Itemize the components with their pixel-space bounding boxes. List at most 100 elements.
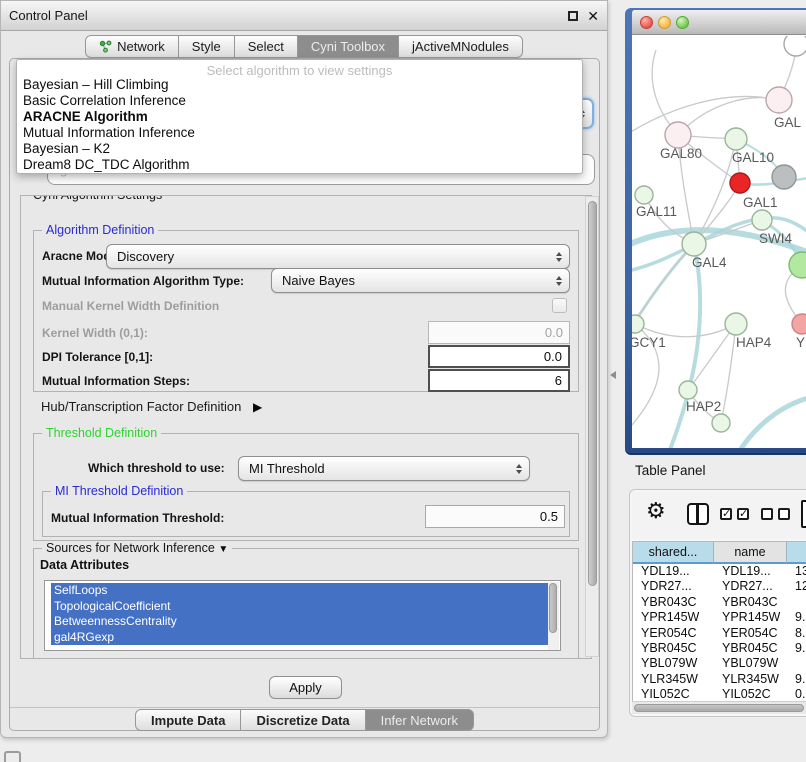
edge[interactable] — [632, 96, 779, 140]
node-gray[interactable] — [772, 165, 796, 189]
table-cell: YPR145W — [714, 610, 787, 625]
zoom-traffic-light-icon[interactable] — [676, 16, 689, 29]
mi-steps-input[interactable] — [428, 369, 570, 392]
tab-cyni-toolbox[interactable]: Cyni Toolbox — [298, 35, 399, 58]
algorithm-option-basic-correlation-inference[interactable]: Basic Correlation Inference — [17, 93, 582, 109]
table-row[interactable]: YBR043CYBR043C — [633, 595, 806, 610]
edge[interactable] — [734, 395, 806, 448]
attribute-item-betweennesscentrality[interactable]: BetweennessCentrality — [51, 614, 548, 630]
network-view-frame: GALGAL80GAL10GAL1GAL11SWI4GAL4GCY1HAP4YH… — [632, 10, 806, 448]
mutual-information-threshold-input[interactable] — [425, 505, 565, 528]
split-pane-collapse-icon[interactable] — [610, 371, 616, 379]
which-threshold-combo[interactable]: MI Threshold — [238, 456, 530, 481]
edge[interactable] — [666, 244, 700, 448]
algorithm-option-bayesian-k2[interactable]: Bayesian – K2 — [17, 141, 582, 157]
table-row[interactable]: YDL19...YDL19...13 — [633, 564, 806, 579]
column-header-name[interactable]: name — [714, 542, 787, 564]
mi-algorithm-type-combo[interactable]: Naive Bayes — [271, 268, 570, 293]
close-traffic-light-icon[interactable] — [640, 16, 653, 29]
node-label-gal80: GAL80 — [660, 146, 702, 161]
select-all-icon[interactable] — [720, 508, 749, 520]
tab-network[interactable]: Network — [85, 35, 179, 58]
algorithm-option-dream8-dc-tdc-algorithm[interactable]: Dream8 DC_TDC Algorithm — [17, 157, 582, 173]
settings-scrollbar[interactable] — [585, 196, 599, 657]
table-row[interactable]: YBL079WYBL079W — [633, 656, 806, 671]
cyni-algorithm-settings-group: Cyni Algorithm Settings Algorithm Defini… — [20, 195, 592, 659]
data-attribute-list[interactable]: SelfLoopsTopologicalCoefficientBetweenne… — [44, 580, 561, 651]
table-row[interactable]: YLR345WYLR345W9. — [633, 672, 806, 687]
tab-label: jActiveMNodules — [412, 39, 509, 54]
network-view-titlebar[interactable] — [632, 10, 806, 35]
algorithm-option-aracne-algorithm[interactable]: ARACNE Algorithm — [17, 109, 582, 125]
node-gal4[interactable] — [682, 232, 706, 256]
table-hscrollbar[interactable] — [632, 701, 806, 714]
node-gcy1[interactable] — [632, 315, 644, 333]
gear-icon[interactable]: ⚙ — [646, 498, 666, 524]
node-gal1-red[interactable] — [730, 173, 750, 193]
attribute-item-selfloops[interactable]: SelfLoops — [51, 583, 548, 599]
scrollbar-thumb[interactable] — [549, 583, 557, 633]
tab-select[interactable]: Select — [235, 35, 298, 58]
node-pink[interactable] — [792, 314, 806, 334]
unchecked-box-icon — [778, 508, 790, 520]
node-gal10[interactable] — [725, 128, 747, 150]
table-row[interactable]: YBR045CYBR045C9. — [633, 641, 806, 656]
minimize-traffic-light-icon[interactable] — [658, 16, 671, 29]
list-scrollbar[interactable] — [548, 582, 559, 651]
tab-jactivemnodules[interactable]: jActiveMNodules — [399, 35, 523, 58]
hub-definition-expander[interactable]: Hub/Transcription Factor Definition ▶ — [41, 399, 262, 414]
combo-spinner-icon — [556, 245, 562, 268]
node-label-hap4: HAP4 — [736, 335, 772, 350]
node-hap2[interactable] — [679, 381, 697, 399]
column-header-partial[interactable] — [787, 542, 806, 564]
aracne-mode-combo[interactable]: Discovery — [106, 244, 570, 269]
float-window-icon[interactable] — [568, 11, 578, 21]
deselect-all-icon[interactable] — [761, 508, 790, 520]
attribute-item-topologicalcoefficient[interactable]: TopologicalCoefficient — [51, 599, 548, 615]
edge[interactable] — [635, 244, 694, 324]
tab-impute-data[interactable]: Impute Data — [135, 709, 241, 731]
manual-kernel-width-checkbox[interactable] — [552, 298, 567, 313]
collapse-arrow-icon[interactable]: ▼ — [218, 544, 228, 555]
scrollbar-thumb[interactable] — [634, 704, 804, 712]
table-cell: 9. — [787, 672, 806, 687]
node-swi4[interactable] — [752, 210, 772, 230]
edge[interactable] — [678, 98, 779, 135]
table-row[interactable]: YER054CYER054C8. — [633, 626, 806, 641]
tab-discretize-data[interactable]: Discretize Data — [241, 709, 365, 731]
algorithm-option-mutual-information-inference[interactable]: Mutual Information Inference — [17, 125, 582, 141]
split-view-icon[interactable] — [687, 503, 709, 525]
close-icon[interactable]: ✕ — [587, 1, 599, 31]
table-row[interactable]: YPR145WYPR145W9. — [633, 610, 806, 625]
node[interactable] — [712, 414, 730, 432]
cyni-toolbox-panel: gal-filtered.sif default node Cyni Algor… — [9, 58, 600, 731]
apply-button[interactable]: Apply — [269, 676, 342, 699]
dpi-tolerance-input[interactable] — [428, 345, 570, 368]
column-header-shared[interactable]: shared... — [633, 542, 714, 564]
node-gal-partial[interactable] — [766, 87, 792, 113]
minimized-panel-icon[interactable] — [4, 751, 21, 762]
window-title: Control Panel — [9, 1, 88, 31]
algorithm-list: Bayesian – Hill ClimbingBasic Correlatio… — [17, 77, 582, 173]
table-row[interactable]: YDR27...YDR27...12 — [633, 579, 806, 594]
network-canvas[interactable]: GALGAL80GAL10GAL1GAL11SWI4GAL4GCY1HAP4YH… — [632, 36, 806, 448]
tab-style[interactable]: Style — [179, 35, 235, 58]
control-panel-titlebar[interactable]: Control Panel ✕ — [1, 1, 607, 31]
node-hap4[interactable] — [725, 313, 747, 335]
node-label-gal11: GAL11 — [636, 204, 677, 219]
table-panel-title: Table Panel — [635, 463, 706, 478]
edge[interactable] — [721, 324, 736, 423]
document-icon[interactable] — [801, 500, 806, 528]
combo-spinner-icon — [516, 457, 522, 480]
node[interactable] — [784, 36, 806, 56]
node-gal80[interactable] — [665, 122, 691, 148]
scrollbar-thumb[interactable] — [588, 201, 597, 586]
node-gal11[interactable] — [635, 186, 653, 204]
tab-infer-network[interactable]: Infer Network — [366, 709, 474, 731]
algorithm-option-bayesian-hill-climbing[interactable]: Bayesian – Hill Climbing — [17, 77, 582, 93]
network-svg: GALGAL80GAL10GAL1GAL11SWI4GAL4GCY1HAP4YH… — [632, 36, 806, 448]
mi-algorithm-type-label: Mutual Information Algorithm Type: — [42, 274, 244, 288]
kernel-width-input[interactable] — [428, 321, 570, 344]
attribute-item-gal4rgexp[interactable]: gal4RGexp — [51, 630, 548, 646]
expand-arrow-icon[interactable]: ▶ — [253, 400, 262, 414]
